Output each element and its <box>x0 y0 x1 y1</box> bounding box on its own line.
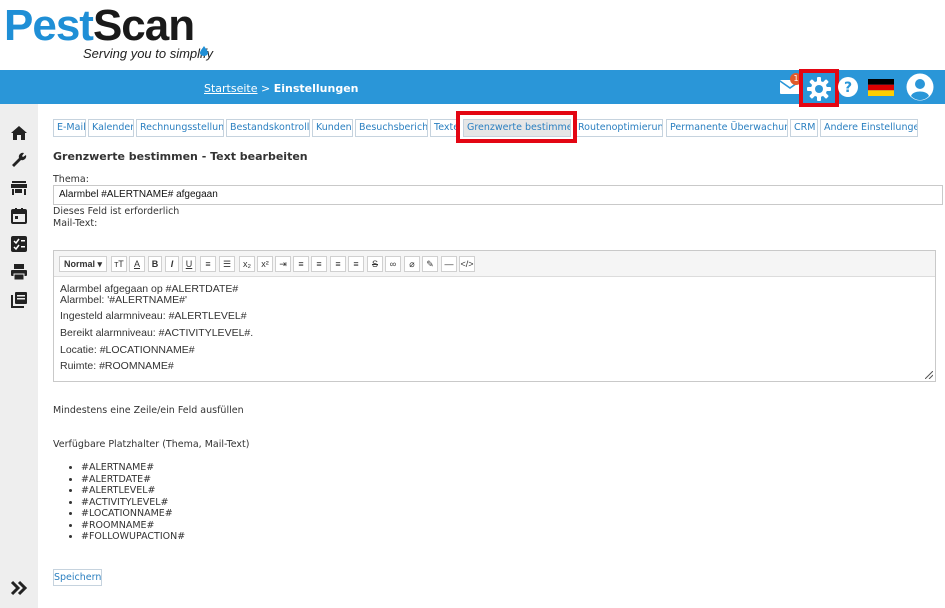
save-button[interactable]: Speichern <box>53 569 102 586</box>
style-select-value: Normal <box>63 259 95 269</box>
tab-customers[interactable]: Kunden <box>312 119 353 137</box>
tab-texts[interactable]: Texte <box>430 119 458 137</box>
logo-wordmark: PestScan <box>4 4 224 48</box>
editor-toolbar: Normal ▾ тT A B I U ≡ ☰ x₂ x² ⇥ ≡ ≡ ≡ ≡ … <box>54 251 935 277</box>
breadcrumb-separator: > <box>257 82 274 95</box>
list-item: #ACTIVITYLEVEL# <box>81 497 185 509</box>
home-icon[interactable] <box>10 124 28 142</box>
expand-icon[interactable] <box>10 579 28 597</box>
tab-crm[interactable]: CRM <box>790 119 818 137</box>
superscript-icon[interactable]: x² <box>257 256 273 272</box>
list-item: #FOLLOWUPACTION# <box>81 531 185 543</box>
strikethrough-icon[interactable]: S <box>367 256 383 272</box>
subscript-icon[interactable]: x₂ <box>239 256 255 272</box>
bold-icon[interactable]: B <box>148 256 162 272</box>
list-item: #ROOMNAME# <box>81 520 185 532</box>
subject-label: Thema: <box>53 174 89 185</box>
list-item: #LOCATIONNAME# <box>81 508 185 520</box>
checklist-icon[interactable] <box>10 235 28 253</box>
mail-text-editor: Normal ▾ тT A B I U ≡ ☰ x₂ x² ⇥ ≡ ≡ ≡ ≡ … <box>53 250 936 382</box>
active-tab-highlight <box>456 111 577 143</box>
sidebar <box>0 104 38 608</box>
tab-route-optimization[interactable]: Routenoptimierung <box>574 119 663 137</box>
subject-input[interactable]: Alarmbel #ALERTNAME# afgegaan <box>53 185 943 205</box>
font-size-icon[interactable]: тT <box>111 256 127 272</box>
pestscan-logo[interactable]: PestScan Serving you to simplify <box>4 4 224 66</box>
code-view-icon[interactable]: </> <box>459 256 475 272</box>
editor-line: Ruimte: #ROOMNAME# <box>60 360 174 372</box>
logo-part-pest: Pest <box>4 1 94 50</box>
tab-other-settings[interactable]: Andere Einstellungen <box>820 119 918 137</box>
editor-line: Alarmbel: '#ALERTNAME#' <box>60 294 187 306</box>
breadcrumb: Startseite > Einstellungen <box>204 82 359 95</box>
align-justify-icon[interactable]: ≡ <box>311 256 327 272</box>
breadcrumb-home-link[interactable]: Startseite <box>204 82 258 95</box>
logo-tagline: Serving you to simplify <box>83 46 214 61</box>
library-icon[interactable] <box>10 291 28 309</box>
editor-line: Bereikt alarmniveau: #ACTIVITYLEVEL#. <box>60 327 254 339</box>
unordered-list-icon[interactable]: ☰ <box>219 256 235 272</box>
italic-icon[interactable]: I <box>165 256 179 272</box>
resize-handle-icon[interactable] <box>925 371 933 379</box>
tab-inventory[interactable]: Bestandskontrolle <box>226 119 310 137</box>
help-icon[interactable]: ? <box>837 76 859 98</box>
editor-line: Locatie: #LOCATIONNAME# <box>60 344 195 356</box>
german-flag-icon[interactable] <box>868 79 894 96</box>
style-select[interactable]: Normal ▾ <box>59 256 107 272</box>
align-left-icon[interactable]: ≡ <box>293 256 309 272</box>
droplet-icon <box>200 46 208 56</box>
page-title: Grenzwerte bestimmen - Text bearbeiten <box>53 150 308 163</box>
svg-text:?: ? <box>844 80 852 96</box>
underline-icon[interactable]: U <box>182 256 196 272</box>
required-note: Dieses Feld ist erforderlich <box>53 206 180 217</box>
placeholders-title: Verfügbare Platzhalter (Thema, Mail-Text… <box>53 439 250 450</box>
tab-invoicing[interactable]: Rechnungsstellung <box>136 119 224 137</box>
placeholder-list: #ALERTNAME# #ALERTDATE# #ALERTLEVEL# #AC… <box>69 462 185 543</box>
list-item: #ALERTNAME# <box>81 462 185 474</box>
wrench-icon[interactable] <box>10 151 28 169</box>
min-line-note: Mindestens eine Zeile/ein Feld ausfüllen <box>53 405 244 416</box>
list-item: #ALERTLEVEL# <box>81 485 185 497</box>
logo-part-scan: Scan <box>92 1 195 50</box>
tab-calendar[interactable]: Kalender <box>88 119 134 137</box>
horizontal-rule-icon[interactable]: — <box>441 256 457 272</box>
tab-visit-report[interactable]: Besuchsbericht <box>355 119 428 137</box>
font-color-icon[interactable]: A <box>129 256 145 272</box>
breadcrumb-current: Einstellungen <box>273 82 359 95</box>
align-right-icon[interactable]: ≡ <box>348 256 364 272</box>
mail-text-label: Mail-Text: <box>53 218 98 229</box>
ordered-list-icon[interactable]: ≡ <box>200 256 216 272</box>
align-center-icon[interactable]: ≡ <box>330 256 346 272</box>
gear-icon[interactable] <box>806 76 832 102</box>
calendar-icon[interactable] <box>10 207 28 225</box>
link-icon[interactable]: ∞ <box>385 256 401 272</box>
unlink-icon[interactable]: ⌀ <box>404 256 420 272</box>
tab-permanent-monitoring[interactable]: Permanente Überwachung <box>666 119 788 137</box>
list-item: #ALERTDATE# <box>81 474 185 486</box>
clear-format-icon[interactable]: ✎ <box>422 256 438 272</box>
user-avatar-icon[interactable] <box>906 73 934 101</box>
tab-email[interactable]: E-Mail <box>53 119 86 137</box>
indent-icon[interactable]: ⇥ <box>275 256 291 272</box>
store-icon[interactable] <box>10 179 28 197</box>
printer-icon[interactable] <box>10 263 28 281</box>
editor-line: Ingesteld alarmniveau: #ALERTLEVEL# <box>60 310 247 322</box>
